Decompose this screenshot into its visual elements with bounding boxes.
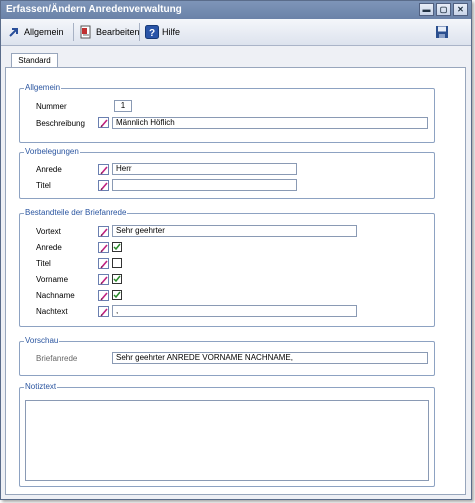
edit-pen-icon[interactable] bbox=[98, 290, 109, 301]
close-icon[interactable]: ✕ bbox=[453, 3, 468, 16]
group-title: Notiztext bbox=[24, 382, 58, 392]
group-allgemein: Allgemein Nummer 1 Beschreibung Männlich… bbox=[19, 83, 435, 143]
arrow-icon bbox=[9, 28, 18, 37]
nachtext-field[interactable]: , bbox=[112, 305, 357, 317]
group-title: Allgemein bbox=[24, 83, 62, 93]
briefanrede-label: Briefanrede bbox=[36, 354, 78, 363]
minimize-icon[interactable]: ▬ bbox=[419, 3, 434, 16]
toolbar-allgemein-label: Allgemein bbox=[24, 27, 64, 37]
nummer-label: Nummer bbox=[36, 102, 67, 111]
titel-check-label: Titel bbox=[36, 259, 51, 268]
edit-pen-icon[interactable] bbox=[98, 117, 109, 128]
toolbar-allgemein-button[interactable]: Allgemein bbox=[7, 24, 64, 40]
titel-label: Titel bbox=[36, 181, 51, 190]
group-vorschau: Vorschau Briefanrede Sehr geehrter ANRED… bbox=[19, 336, 435, 376]
edit-pen-icon[interactable] bbox=[98, 258, 109, 269]
nachname-checkbox[interactable] bbox=[112, 290, 122, 300]
vortext-field[interactable]: Sehr geehrter bbox=[112, 225, 357, 237]
nummer-field[interactable]: 1 bbox=[114, 100, 132, 112]
window-title: Erfassen/Ändern Anredenverwaltung bbox=[6, 4, 182, 15]
group-notiztext: Notiztext bbox=[19, 382, 435, 487]
group-title: Vorbelegungen bbox=[24, 147, 80, 157]
dialog-window: Erfassen/Ändern Anredenverwaltung ▬ ▢ ✕ … bbox=[0, 0, 472, 500]
edit-pen-icon[interactable] bbox=[98, 180, 109, 191]
edit-pen-icon[interactable] bbox=[98, 274, 109, 285]
toolbar-hilfe-label: Hilfe bbox=[162, 27, 181, 37]
vorname-checkbox[interactable] bbox=[112, 274, 122, 284]
vortext-label: Vortext bbox=[36, 227, 61, 236]
nachname-check-label: Nachname bbox=[36, 291, 75, 300]
toolbar: Allgemein Bearbeiten ? Hilfe bbox=[1, 19, 471, 46]
edit-pen-icon[interactable] bbox=[98, 226, 109, 237]
anrede-field[interactable]: Herr bbox=[112, 163, 297, 175]
anrede-check-label: Anrede bbox=[36, 243, 62, 252]
briefanrede-preview-field: Sehr geehrter ANREDE VORNAME NACHNAME, bbox=[112, 352, 428, 364]
maximize-icon[interactable]: ▢ bbox=[436, 3, 451, 16]
vorname-check-label: Vorname bbox=[36, 275, 69, 284]
group-title: Bestandteile der Briefanrede bbox=[24, 208, 128, 218]
edit-pen-icon[interactable] bbox=[98, 164, 109, 175]
toolbar-hilfe-button[interactable]: ? Hilfe bbox=[145, 24, 180, 40]
group-vorbelegungen: Vorbelegungen Anrede Herr Titel bbox=[19, 147, 435, 199]
help-icon: ? bbox=[145, 25, 159, 39]
titel-checkbox[interactable] bbox=[112, 258, 122, 268]
notiztext-textarea[interactable] bbox=[25, 400, 429, 481]
svg-text:?: ? bbox=[149, 28, 155, 39]
toolbar-bearbeiten-label: Bearbeiten bbox=[96, 27, 140, 37]
nachtext-label: Nachtext bbox=[36, 307, 68, 316]
tab-panel: Allgemein Nummer 1 Beschreibung Männlich… bbox=[5, 67, 466, 495]
toolbar-separator bbox=[139, 23, 140, 41]
titel-field[interactable] bbox=[112, 179, 297, 191]
toolbar-separator bbox=[73, 23, 74, 41]
window-controls: ▬ ▢ ✕ bbox=[419, 3, 468, 16]
group-bestandteile: Bestandteile der Briefanrede Vortext Seh… bbox=[19, 208, 435, 327]
edit-pen-icon[interactable] bbox=[98, 242, 109, 253]
title-bar[interactable]: Erfassen/Ändern Anredenverwaltung ▬ ▢ ✕ bbox=[1, 1, 471, 19]
anrede-label: Anrede bbox=[36, 165, 62, 174]
beschreibung-field[interactable]: Männlich Höflich bbox=[112, 117, 428, 129]
anrede-checkbox[interactable] bbox=[112, 242, 122, 252]
toolbar-bearbeiten-button[interactable]: Bearbeiten bbox=[79, 24, 140, 40]
tab-standard[interactable]: Standard bbox=[11, 53, 58, 68]
save-icon[interactable] bbox=[435, 25, 449, 39]
edit-pen-icon[interactable] bbox=[98, 306, 109, 317]
beschreibung-label: Beschreibung bbox=[36, 119, 85, 128]
edit-icon bbox=[80, 25, 91, 39]
group-title: Vorschau bbox=[24, 336, 60, 346]
